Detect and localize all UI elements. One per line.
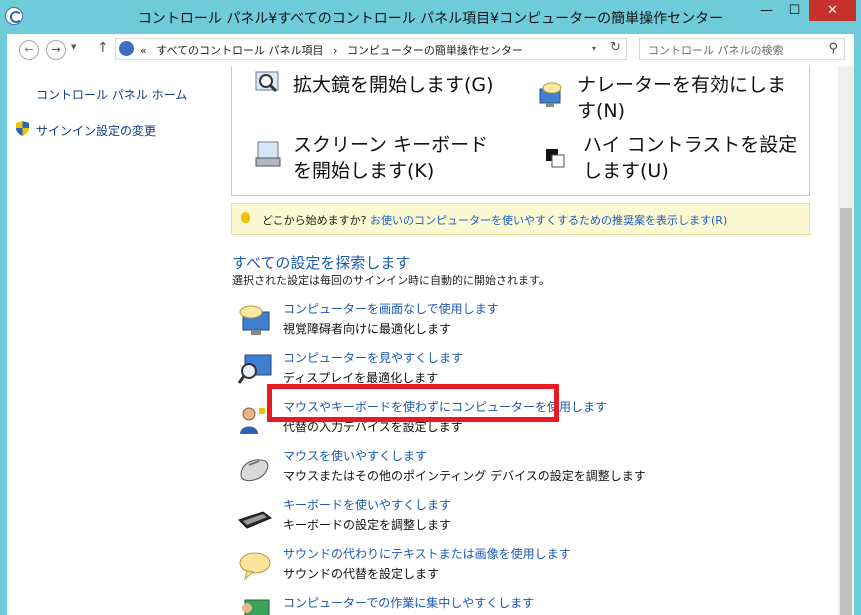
make-keyboard-easier-link[interactable]: キーボードを使いやすくします [283, 496, 451, 513]
address-dropdown-icon[interactable]: ▾ [592, 44, 596, 53]
highlight-box [267, 384, 559, 422]
make-easier-to-see-link[interactable]: コンピューターを見やすくします [283, 349, 463, 366]
magnifier-icon [255, 71, 279, 93]
minimize-button[interactable]: — [753, 0, 780, 21]
monitor-magnifier-icon [237, 354, 272, 384]
control-panel-home-link[interactable]: コントロール パネル ホーム [36, 86, 187, 103]
setting-item: サウンドの代わりにテキストまたは画像を使用します サウンドの代替を設定します [237, 545, 797, 591]
content-area: コントロール パネル ホーム サインイン設定の変更 拡大鏡を開始します(G) ナ… [7, 66, 854, 615]
shield-icon [16, 121, 29, 136]
vertical-scrollbar[interactable] [838, 66, 854, 615]
explore-subtitle: 選択された設定は毎回のサインイン時に自動的に開始されます。 [232, 274, 550, 287]
sidebar: コントロール パネル ホーム サインイン設定の変更 [7, 66, 222, 615]
search-box[interactable]: コントロール パネルの検索 ⚲ [639, 38, 845, 60]
use-text-instead-of-sound-link[interactable]: サウンドの代わりにテキストまたは画像を使用します [283, 545, 571, 562]
close-button[interactable]: ✕ [809, 0, 856, 21]
search-input[interactable]: コントロール パネルの検索 [648, 42, 784, 58]
window-title: コントロール パネル¥すべてのコントロール パネル項目¥コンピューターの簡単操作… [137, 11, 724, 27]
breadcrumb-all-items[interactable]: すべてのコントロール パネル項目 [156, 44, 323, 57]
breadcrumb-overflow[interactable]: « [140, 44, 147, 57]
lightbulb-icon [241, 212, 250, 223]
use-text-instead-of-sound-desc: サウンドの代替を設定します [283, 567, 440, 581]
recent-pages-dropdown[interactable]: ▼ [71, 43, 76, 51]
breadcrumb: « すべてのコントロール パネル項目 › コンピューターの簡単操作センター [140, 42, 529, 58]
focus-icon [242, 599, 270, 615]
enable-narrator-link[interactable]: ナレーターを有効にします(N) [577, 72, 802, 124]
setting-item: コンピューターを画面なしで使用します 視覚障碍者向けに最適化します [237, 300, 797, 346]
navigation-bar: ← → ▼ ↑ « すべてのコントロール パネル項目 › コンピューターの簡単操… [7, 34, 854, 66]
onscreen-keyboard-icon [255, 141, 281, 167]
forward-button[interactable]: → [46, 40, 66, 60]
use-without-display-link[interactable]: コンピューターを画面なしで使用します [283, 300, 499, 317]
search-icon[interactable]: ⚲ [828, 41, 838, 56]
start-onscreen-keyboard-link[interactable]: スクリーン キーボードを開始します(K) [293, 132, 493, 184]
tip-text: どこから始めますか? お使いのコンピューターを使いやすくするための推奨案を表示し… [262, 212, 727, 228]
control-panel-icon [119, 41, 134, 56]
window-frame: コントロール パネル¥すべてのコントロール パネル項目¥コンピューターの簡単操作… [0, 0, 861, 615]
back-button[interactable]: ← [19, 40, 39, 60]
tip-bar: どこから始めますか? お使いのコンピューターを使いやすくするための推奨案を表示し… [231, 203, 810, 235]
monitor-speech-icon [239, 305, 270, 335]
breadcrumb-ease-of-access[interactable]: コンピューターの簡単操作センター [347, 44, 523, 57]
setting-item: マウスを使いやすくします マウスまたはその他のポインティング デバイスの設定を調… [237, 447, 797, 493]
start-magnifier-link[interactable]: 拡大鏡を開始します(G) [293, 72, 494, 98]
refresh-icon[interactable]: ↻ [610, 40, 621, 55]
setting-item: コンピューターでの作業に集中しやすくします [237, 594, 797, 615]
maximize-button[interactable]: ☐ [781, 0, 808, 21]
address-bar[interactable]: « すべてのコントロール パネル項目 › コンピューターの簡単操作センター ▾ … [115, 38, 627, 60]
title-bar[interactable]: コントロール パネル¥すべてのコントロール パネル項目¥コンピューターの簡単操作… [0, 0, 861, 34]
mouse-icon [240, 459, 269, 482]
quick-access-panel: 拡大鏡を開始します(G) ナレーターを有効にします(N) スクリーン キーボード… [231, 66, 810, 196]
make-keyboard-easier-desc: キーボードの設定を調整します [283, 518, 452, 532]
use-without-display-desc: 視覚障碍者向けに最適化します [283, 322, 452, 336]
up-button[interactable]: ↑ [97, 40, 109, 56]
breadcrumb-separator-icon[interactable]: › [333, 44, 337, 57]
speech-bubble-icon [239, 552, 271, 581]
focus-on-tasks-link[interactable]: コンピューターでの作業に集中しやすくします [283, 594, 534, 611]
narrator-icon [539, 82, 562, 107]
scrollbar-thumb[interactable] [840, 208, 852, 615]
explore-heading: すべての設定を探索します [232, 254, 411, 272]
tip-prefix: どこから始めますか? [262, 214, 367, 227]
keyboard-icon [238, 511, 272, 529]
recommendations-link[interactable]: お使いのコンピューターを使いやすくするための推奨案を表示します(R) [370, 214, 727, 227]
high-contrast-icon [546, 149, 565, 168]
set-high-contrast-link[interactable]: ハイ コントラストを設定します(U) [583, 132, 798, 184]
make-mouse-easier-desc: マウスまたはその他のポインティング デバイスの設定を調整します [283, 469, 646, 483]
signin-settings-link[interactable]: サインイン設定の変更 [36, 122, 156, 139]
setting-item: キーボードを使いやすくします キーボードの設定を調整します [237, 496, 797, 542]
make-mouse-easier-link[interactable]: マウスを使いやすくします [283, 447, 427, 464]
